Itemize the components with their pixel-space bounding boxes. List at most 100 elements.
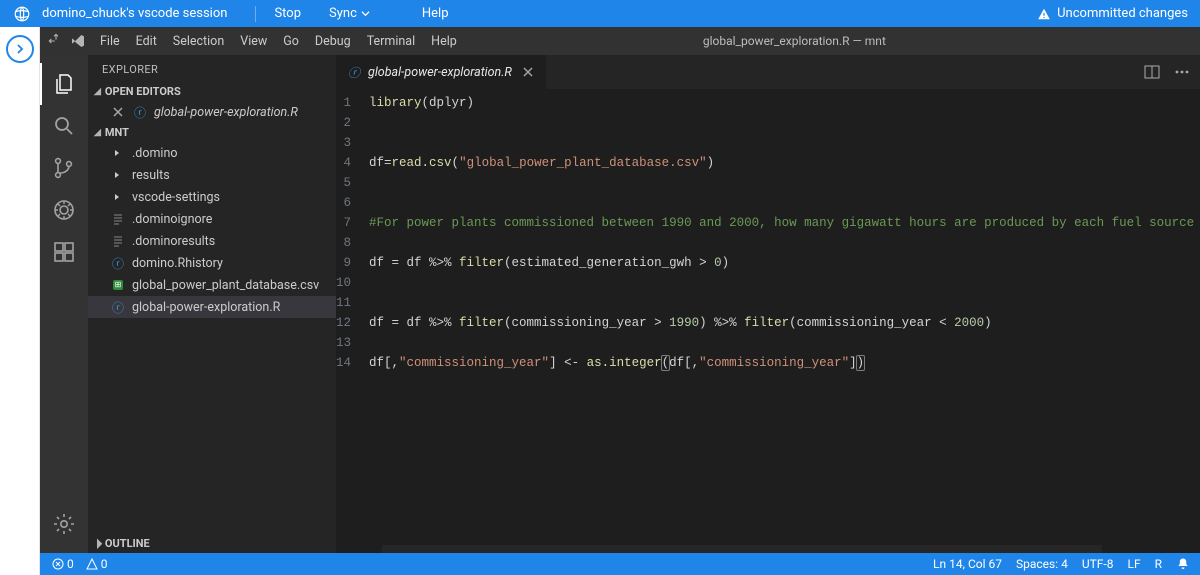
more-icon[interactable] <box>1174 64 1190 80</box>
help-link[interactable]: Help <box>408 6 463 21</box>
code-line[interactable]: df = df %>% filter(estimated_generation_… <box>369 253 1200 273</box>
open-editor-file-label: global-power-exploration.R <box>154 105 298 120</box>
activity-search[interactable] <box>40 105 88 147</box>
tree-folder[interactable]: vscode-settings <box>88 186 336 208</box>
activity-extensions[interactable] <box>40 231 88 273</box>
tree-item-label: vscode-settings <box>132 190 220 205</box>
menu-edit[interactable]: Edit <box>128 34 165 49</box>
tree-file[interactable]: .dominoignore <box>88 208 336 230</box>
tab-label: global-power-exploration.R <box>368 65 512 80</box>
code-line[interactable] <box>369 133 1200 153</box>
domino-expand-button[interactable] <box>6 35 34 63</box>
error-count: 0 <box>67 557 74 571</box>
horizontal-scrollbar[interactable] <box>382 545 1102 553</box>
sync-dropdown[interactable]: Sync <box>315 6 384 21</box>
open-editors-label: OPEN EDITORS <box>105 85 181 98</box>
activity-bar <box>40 55 88 553</box>
activity-debug[interactable] <box>40 189 88 231</box>
menu-file[interactable]: File <box>92 34 128 49</box>
status-eol[interactable]: LF <box>1127 557 1140 571</box>
close-icon[interactable] <box>110 106 126 118</box>
tree-folder[interactable]: .domino <box>88 142 336 164</box>
domino-top-bar: domino_chuck's vscode session Stop Sync … <box>0 0 1200 27</box>
uncommitted-warning[interactable]: Uncommitted changes <box>1037 6 1188 21</box>
outline-header[interactable]: ◢ OUTLINE <box>88 534 336 553</box>
explorer-title: EXPLORER <box>88 55 336 82</box>
bug-icon <box>52 198 76 222</box>
gear-icon <box>52 512 76 536</box>
code-line[interactable] <box>369 173 1200 193</box>
tab-active[interactable]: ⓡ global-power-exploration.R <box>336 55 547 89</box>
open-editor-item[interactable]: ⓡ global-power-exploration.R <box>88 101 336 123</box>
file-icon <box>110 213 126 225</box>
csv-icon: ⊞ <box>110 280 126 290</box>
rhistory-icon: ⓡ <box>110 255 126 272</box>
status-errors[interactable]: 0 <box>48 557 78 571</box>
menu-go[interactable]: Go <box>275 34 307 49</box>
warning-triangle-icon <box>1037 7 1051 21</box>
status-lncol[interactable]: Ln 14, Col 67 <box>933 557 1002 571</box>
file-tree: .dominoresultsvscode-settings.dominoigno… <box>88 142 336 318</box>
chevron-down-icon: ◢ <box>94 87 101 97</box>
tree-file[interactable]: ⓡ domino.Rhistory <box>88 252 336 274</box>
vscode-menu-bar: File Edit Selection View Go Debug Termin… <box>40 27 1200 55</box>
split-editor-icon[interactable] <box>1144 64 1160 80</box>
uncommitted-warning-label: Uncommitted changes <box>1057 6 1188 21</box>
folder-icon <box>110 148 126 158</box>
file-icon <box>110 235 126 247</box>
activity-source-control[interactable] <box>40 147 88 189</box>
code-line[interactable]: df[,"commissioning_year"] <- as.integer(… <box>369 353 1200 373</box>
menu-terminal[interactable]: Terminal <box>359 34 423 49</box>
chevron-down-icon: ◢ <box>94 128 101 138</box>
open-editors-header[interactable]: ◢ OPEN EDITORS <box>88 82 336 101</box>
chevron-right-icon: ◢ <box>91 538 103 550</box>
tree-file[interactable]: .dominoresults <box>88 230 336 252</box>
domino-logo-icon <box>12 4 32 24</box>
domino-left-rail <box>0 27 40 575</box>
tree-file[interactable]: ⊞ global_power_plant_database.csv <box>88 274 336 296</box>
tree-item-label: .domino <box>132 146 178 161</box>
r-file-icon: ⓡ <box>132 104 148 121</box>
status-lang[interactable]: R <box>1155 557 1162 571</box>
code-line[interactable]: df=read.csv("global_power_plant_database… <box>369 153 1200 173</box>
status-feedback[interactable] <box>1176 557 1190 571</box>
tree-file[interactable]: ⓡglobal-power-exploration.R <box>88 296 336 318</box>
editor-pane: ⓡ global-power-exploration.R 12345678910… <box>336 55 1200 553</box>
window-title: global_power_exploration.R — mnt <box>465 34 1124 48</box>
remote-icon[interactable] <box>48 33 64 49</box>
tree-item-label: global_power_plant_database.csv <box>132 278 319 293</box>
vscode-logo-icon <box>70 33 86 49</box>
sync-label: Sync <box>329 6 357 21</box>
line-gutter: 1234567891011121314 <box>336 89 361 553</box>
explorer-sidebar: EXPLORER ◢ OPEN EDITORS ⓡ global-power-e… <box>88 55 336 553</box>
stop-link[interactable]: Stop <box>260 6 315 21</box>
tree-item-label: domino.Rhistory <box>132 256 223 271</box>
tree-item-label: .dominoresults <box>132 234 215 249</box>
folder-header[interactable]: ◢ MNT <box>88 123 336 142</box>
status-bar: 0 0 Ln 14, Col 67 Spaces: 4 UTF-8 LF R <box>40 553 1200 575</box>
code-line[interactable] <box>369 193 1200 213</box>
close-icon[interactable] <box>520 66 536 78</box>
code-line[interactable] <box>369 333 1200 353</box>
status-spaces[interactable]: Spaces: 4 <box>1016 557 1068 571</box>
activity-settings[interactable] <box>40 503 88 545</box>
menu-help[interactable]: Help <box>423 34 465 49</box>
menu-view[interactable]: View <box>232 34 275 49</box>
code-line[interactable] <box>369 293 1200 313</box>
r-file-icon: ⓡ <box>348 64 360 81</box>
code-line[interactable] <box>369 233 1200 253</box>
code-line[interactable] <box>369 113 1200 133</box>
tree-item-label: results <box>132 168 170 183</box>
menu-selection[interactable]: Selection <box>165 34 232 49</box>
activity-explorer[interactable] <box>40 63 88 105</box>
code-line[interactable]: library(dplyr) <box>369 93 1200 113</box>
code-line[interactable]: #For power plants commissioned between 1… <box>369 213 1200 233</box>
code-line[interactable]: df = df %>% filter(commissioning_year > … <box>369 313 1200 333</box>
tree-folder[interactable]: results <box>88 164 336 186</box>
code-content[interactable]: library(dplyr) df=read.csv("global_power… <box>361 89 1200 553</box>
code-line[interactable] <box>369 273 1200 293</box>
status-warnings[interactable]: 0 <box>82 557 112 571</box>
status-encoding[interactable]: UTF-8 <box>1082 557 1114 571</box>
branch-icon <box>52 156 76 180</box>
menu-debug[interactable]: Debug <box>307 34 359 49</box>
